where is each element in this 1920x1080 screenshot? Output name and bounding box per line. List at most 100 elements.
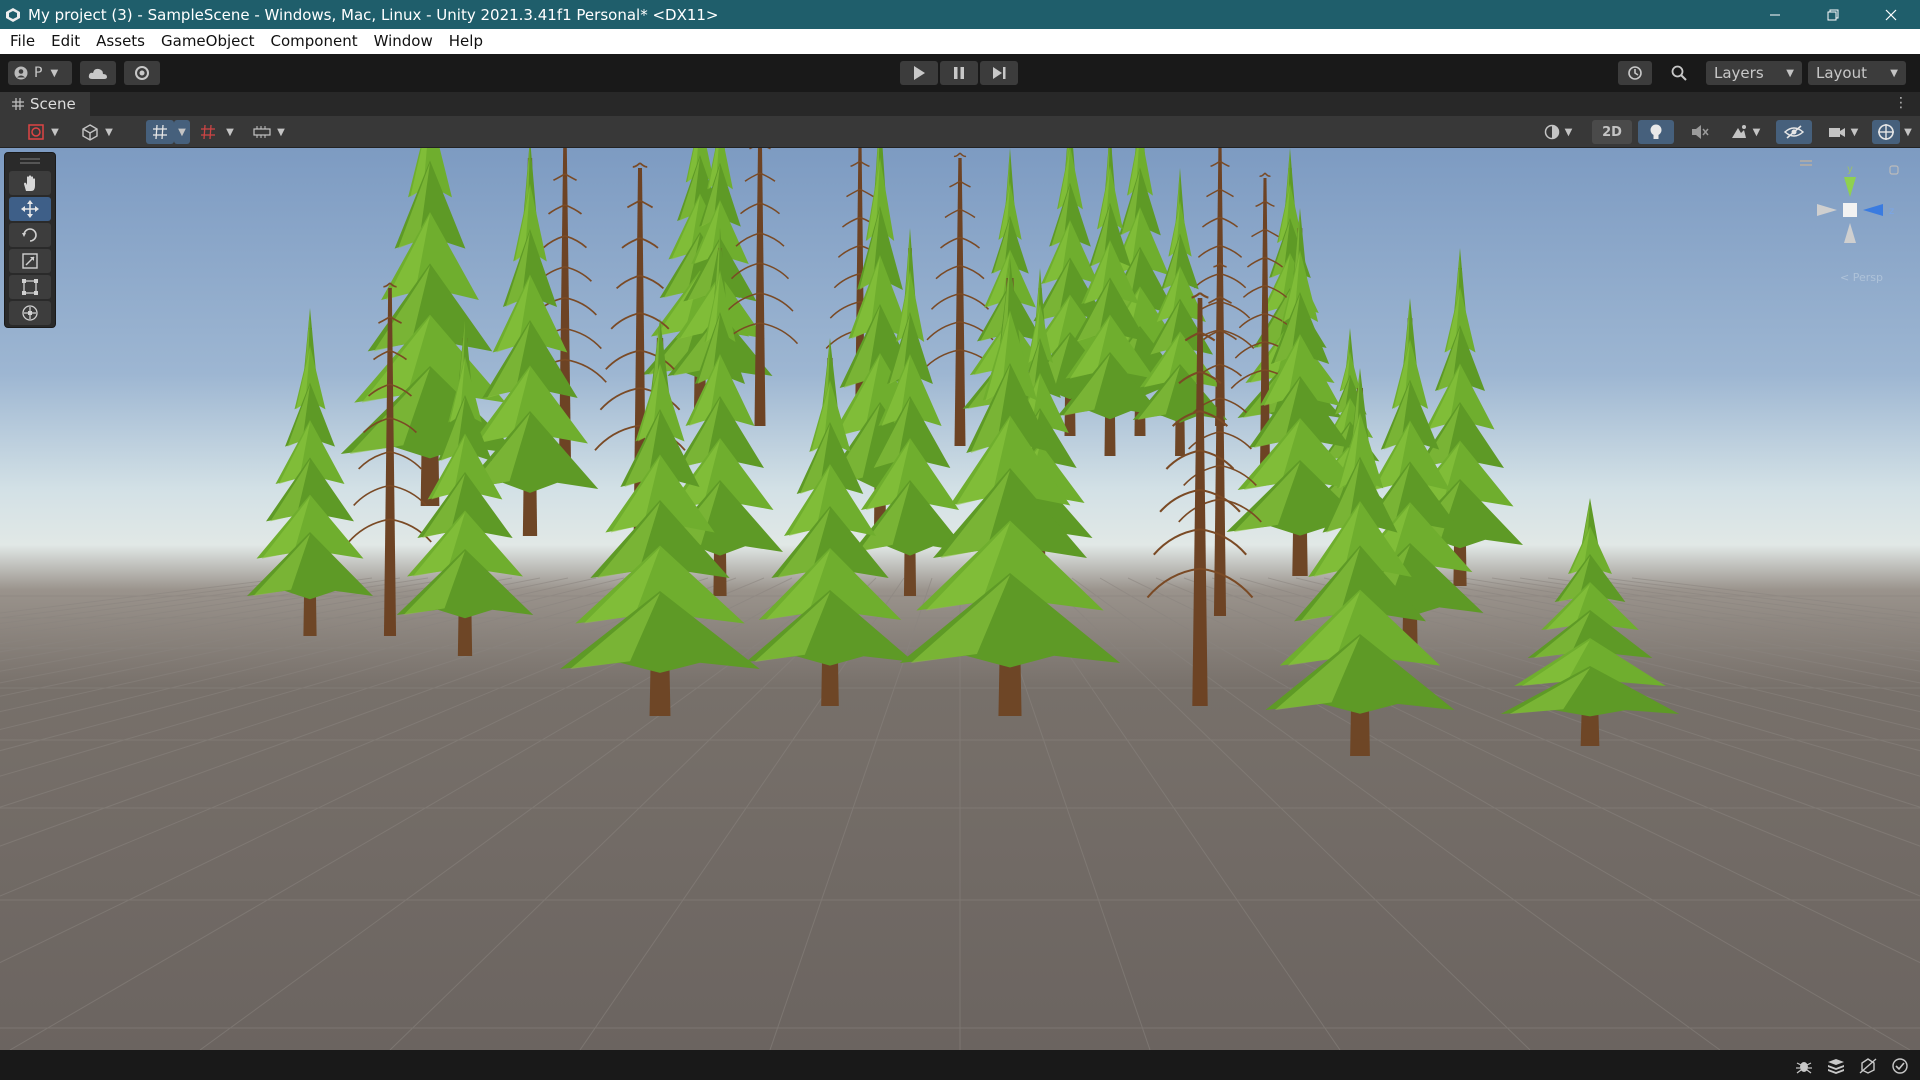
shaded-mode-icon bbox=[28, 124, 44, 140]
chevron-down-icon: ▼ bbox=[226, 126, 234, 138]
unity-logo-icon bbox=[4, 6, 22, 24]
scale-tool[interactable] bbox=[9, 249, 51, 273]
sphere-icon bbox=[1544, 124, 1559, 140]
account-dropdown[interactable]: P ▼ bbox=[8, 61, 72, 85]
projection-label[interactable]: < Persp bbox=[1840, 271, 1883, 284]
history-icon bbox=[1628, 66, 1642, 80]
camera-icon bbox=[1828, 128, 1845, 137]
rect-transform-icon bbox=[22, 279, 38, 295]
restore-icon[interactable] bbox=[1804, 0, 1862, 29]
move-arrows-icon bbox=[21, 200, 39, 218]
audio-mute-icon bbox=[1692, 125, 1709, 139]
main-toolbar: P ▼ Layers ▼ Layout ▼ bbox=[0, 54, 1920, 92]
undo-history-button[interactable] bbox=[1618, 61, 1652, 85]
title-bar: My project (3) - SampleScene - Windows, … bbox=[0, 0, 1920, 29]
layout-dropdown[interactable]: Layout ▼ bbox=[1808, 61, 1906, 85]
grid-snap-icon bbox=[153, 124, 167, 140]
menu-component[interactable]: Component bbox=[263, 29, 366, 54]
chevron-down-icon: ▼ bbox=[1786, 67, 1794, 79]
more-options-icon[interactable]: ⋮ bbox=[1894, 95, 1908, 111]
grid-icon bbox=[12, 98, 24, 110]
chevron-down-icon: ▼ bbox=[1850, 126, 1859, 138]
scene-viewport[interactable] bbox=[0, 148, 1920, 1050]
grid-toggle-button[interactable] bbox=[146, 120, 174, 144]
play-button[interactable] bbox=[900, 61, 938, 85]
close-icon[interactable] bbox=[1862, 0, 1920, 29]
scene-render bbox=[0, 148, 1920, 1050]
chevron-down-icon: ▼ bbox=[51, 126, 59, 138]
debug-icon[interactable] bbox=[1794, 1057, 1814, 1075]
collab-button[interactable] bbox=[124, 61, 160, 85]
chevron-down-icon: ▼ bbox=[1890, 67, 1898, 79]
menu-assets[interactable]: Assets bbox=[88, 29, 153, 54]
gizmos-toggle[interactable] bbox=[1872, 120, 1900, 144]
menu-edit[interactable]: Edit bbox=[43, 29, 88, 54]
gear-icon bbox=[135, 66, 149, 80]
snap-dropdown[interactable]: ▼ bbox=[222, 120, 238, 144]
chevron-down-icon: ▼ bbox=[277, 126, 285, 138]
pause-icon bbox=[954, 67, 964, 79]
chevron-down-icon: ▼ bbox=[1904, 126, 1912, 138]
tab-scene[interactable]: Scene bbox=[0, 92, 90, 116]
chevron-down-icon: ▼ bbox=[105, 126, 113, 138]
audio-toggle[interactable] bbox=[1682, 120, 1718, 144]
cloud-button[interactable] bbox=[80, 61, 116, 85]
align-dropdown[interactable]: ▼ bbox=[246, 120, 292, 144]
lock-icon bbox=[1889, 165, 1899, 175]
lightmap-icon[interactable] bbox=[1858, 1057, 1878, 1075]
light-bulb-icon bbox=[1650, 124, 1662, 139]
rotate-tool[interactable] bbox=[9, 223, 51, 247]
cache-server-icon[interactable] bbox=[1826, 1057, 1846, 1075]
menu-bar: File Edit Assets GameObject Component Wi… bbox=[0, 29, 1920, 54]
pause-button[interactable] bbox=[940, 61, 978, 85]
cube-icon bbox=[82, 124, 98, 141]
tab-scene-label: Scene bbox=[30, 95, 76, 113]
move-tool[interactable] bbox=[9, 197, 51, 221]
layout-label: Layout bbox=[1816, 64, 1867, 82]
account-label: P bbox=[34, 65, 43, 81]
scene-visibility-toggle[interactable] bbox=[1776, 120, 1812, 144]
status-bar bbox=[0, 1050, 1920, 1080]
gizmo-y-axis[interactable] bbox=[1844, 177, 1856, 197]
transform-tool[interactable] bbox=[9, 301, 51, 325]
hand-tool[interactable] bbox=[9, 171, 51, 195]
chevron-down-icon: ▼ bbox=[178, 126, 186, 138]
gizmo-icon bbox=[1878, 124, 1894, 140]
menu-file[interactable]: File bbox=[2, 29, 43, 54]
shading-dropdown[interactable]: ▼ bbox=[1536, 120, 1580, 144]
snap-icon bbox=[201, 124, 215, 140]
gizmo-z-axis[interactable] bbox=[1863, 204, 1883, 216]
menu-help[interactable]: Help bbox=[441, 29, 491, 54]
gizmos-dropdown[interactable]: ▼ bbox=[1900, 120, 1916, 144]
step-button[interactable] bbox=[980, 61, 1018, 85]
orientation-gizmo[interactable]: y z < Persp bbox=[1792, 152, 1920, 292]
scale-icon bbox=[22, 253, 38, 269]
gizmo-y-label: y bbox=[1847, 164, 1853, 175]
lighting-toggle[interactable] bbox=[1638, 120, 1674, 144]
mode-2d-button[interactable]: 2D bbox=[1592, 120, 1632, 144]
grid-dropdown[interactable]: ▼ bbox=[174, 120, 190, 144]
effects-dropdown[interactable]: ▼ bbox=[1722, 120, 1768, 144]
menu-gameobject[interactable]: GameObject bbox=[153, 29, 263, 54]
check-icon[interactable] bbox=[1890, 1057, 1910, 1075]
draw-mode-dropdown[interactable]: ▼ bbox=[20, 120, 66, 144]
snap-increment-button[interactable] bbox=[196, 120, 220, 144]
search-icon bbox=[1671, 65, 1687, 81]
render-mode-dropdown[interactable]: ▼ bbox=[74, 120, 120, 144]
effects-icon bbox=[1731, 125, 1746, 138]
chevron-down-icon: ▼ bbox=[50, 67, 59, 79]
gizmo-z-label: z bbox=[1889, 206, 1894, 217]
account-icon bbox=[14, 66, 28, 80]
minimize-icon[interactable] bbox=[1746, 0, 1804, 29]
scene-toolbar: ▼ ▼ ▼ ▼ ▼ ▼ 2D ▼ ▼ ▼ bbox=[0, 116, 1920, 148]
rect-tool[interactable] bbox=[9, 275, 51, 299]
tool-panel bbox=[4, 152, 56, 328]
layers-dropdown[interactable]: Layers ▼ bbox=[1706, 61, 1802, 85]
camera-dropdown[interactable]: ▼ bbox=[1820, 120, 1866, 144]
menu-window[interactable]: Window bbox=[366, 29, 441, 54]
layers-label: Layers bbox=[1714, 64, 1764, 82]
window-title: My project (3) - SampleScene - Windows, … bbox=[28, 5, 719, 24]
transform-icon bbox=[22, 305, 38, 321]
search-button[interactable] bbox=[1662, 61, 1696, 85]
cloud-icon bbox=[88, 68, 107, 79]
